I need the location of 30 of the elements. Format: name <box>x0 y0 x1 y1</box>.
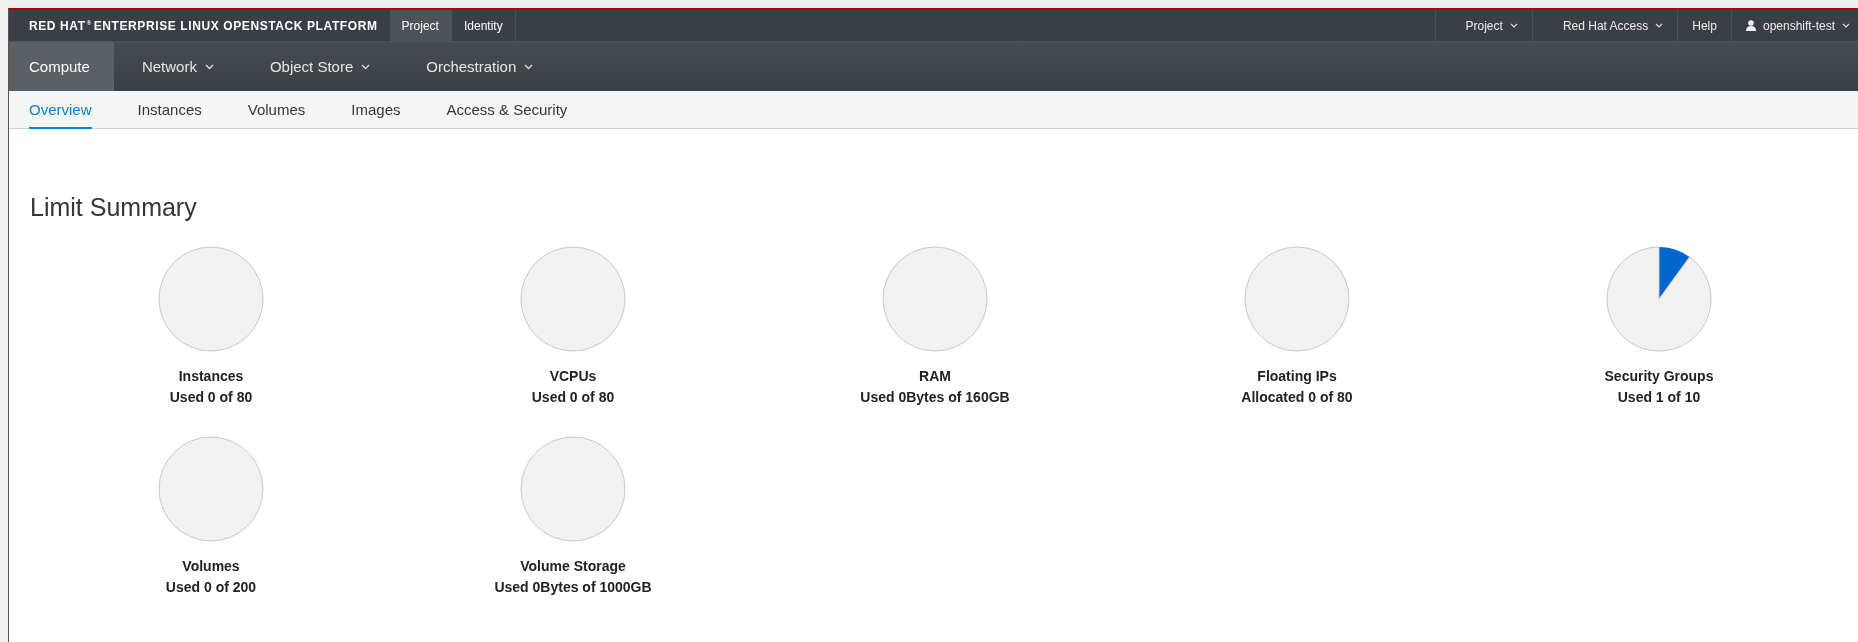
limit-usage: Used 0Bytes of 160GB <box>860 388 1010 407</box>
limit-name: VCPUs <box>549 367 597 386</box>
subnav-tab[interactable]: Access & Security <box>423 91 591 129</box>
limit-usage: Allocated 0 of 80 <box>1241 388 1353 407</box>
nav-tab[interactable]: Network <box>113 42 242 91</box>
caret-icon <box>1842 23 1850 28</box>
subnav-tab[interactable]: Overview <box>29 91 92 129</box>
limit-name: Instances <box>178 367 244 386</box>
limit-usage: Used 0 of 80 <box>531 388 615 407</box>
limit-name: Security Groups <box>1604 367 1714 386</box>
page-heading: Limit Summary <box>30 193 198 222</box>
nav-tab[interactable]: Object Store <box>241 42 399 91</box>
dashboard-tab[interactable]: Project <box>389 10 452 41</box>
caret-icon <box>1509 23 1518 28</box>
limit-usage: Used 0 of 80 <box>169 388 253 407</box>
limit-name: Floating IPs <box>1257 367 1337 386</box>
limit-usage: Used 1 of 10 <box>1617 388 1701 407</box>
limit-usage: Used 0Bytes of 1000GB <box>494 578 652 597</box>
nav-tab[interactable]: Compute <box>9 42 114 91</box>
product-logo: RED HAT$^{®}$ ENTERPRISE LINUX OPENSTACK PLATFORM <box>28 17 379 35</box>
limit-name: RAM <box>919 367 951 386</box>
caret-icon <box>1655 23 1664 28</box>
subnav-tab[interactable]: Instances <box>114 91 225 129</box>
limit-name: Volume Storage <box>520 557 626 576</box>
limit-name: Volumes <box>182 557 240 576</box>
subnav-tab[interactable]: Volumes <box>224 91 329 129</box>
subnav-tab[interactable]: Images <box>328 91 424 129</box>
user-icon <box>1745 20 1756 31</box>
nav-tab[interactable]: Orchestration <box>398 42 562 91</box>
limit-usage: Used 0 of 200 <box>165 578 257 597</box>
